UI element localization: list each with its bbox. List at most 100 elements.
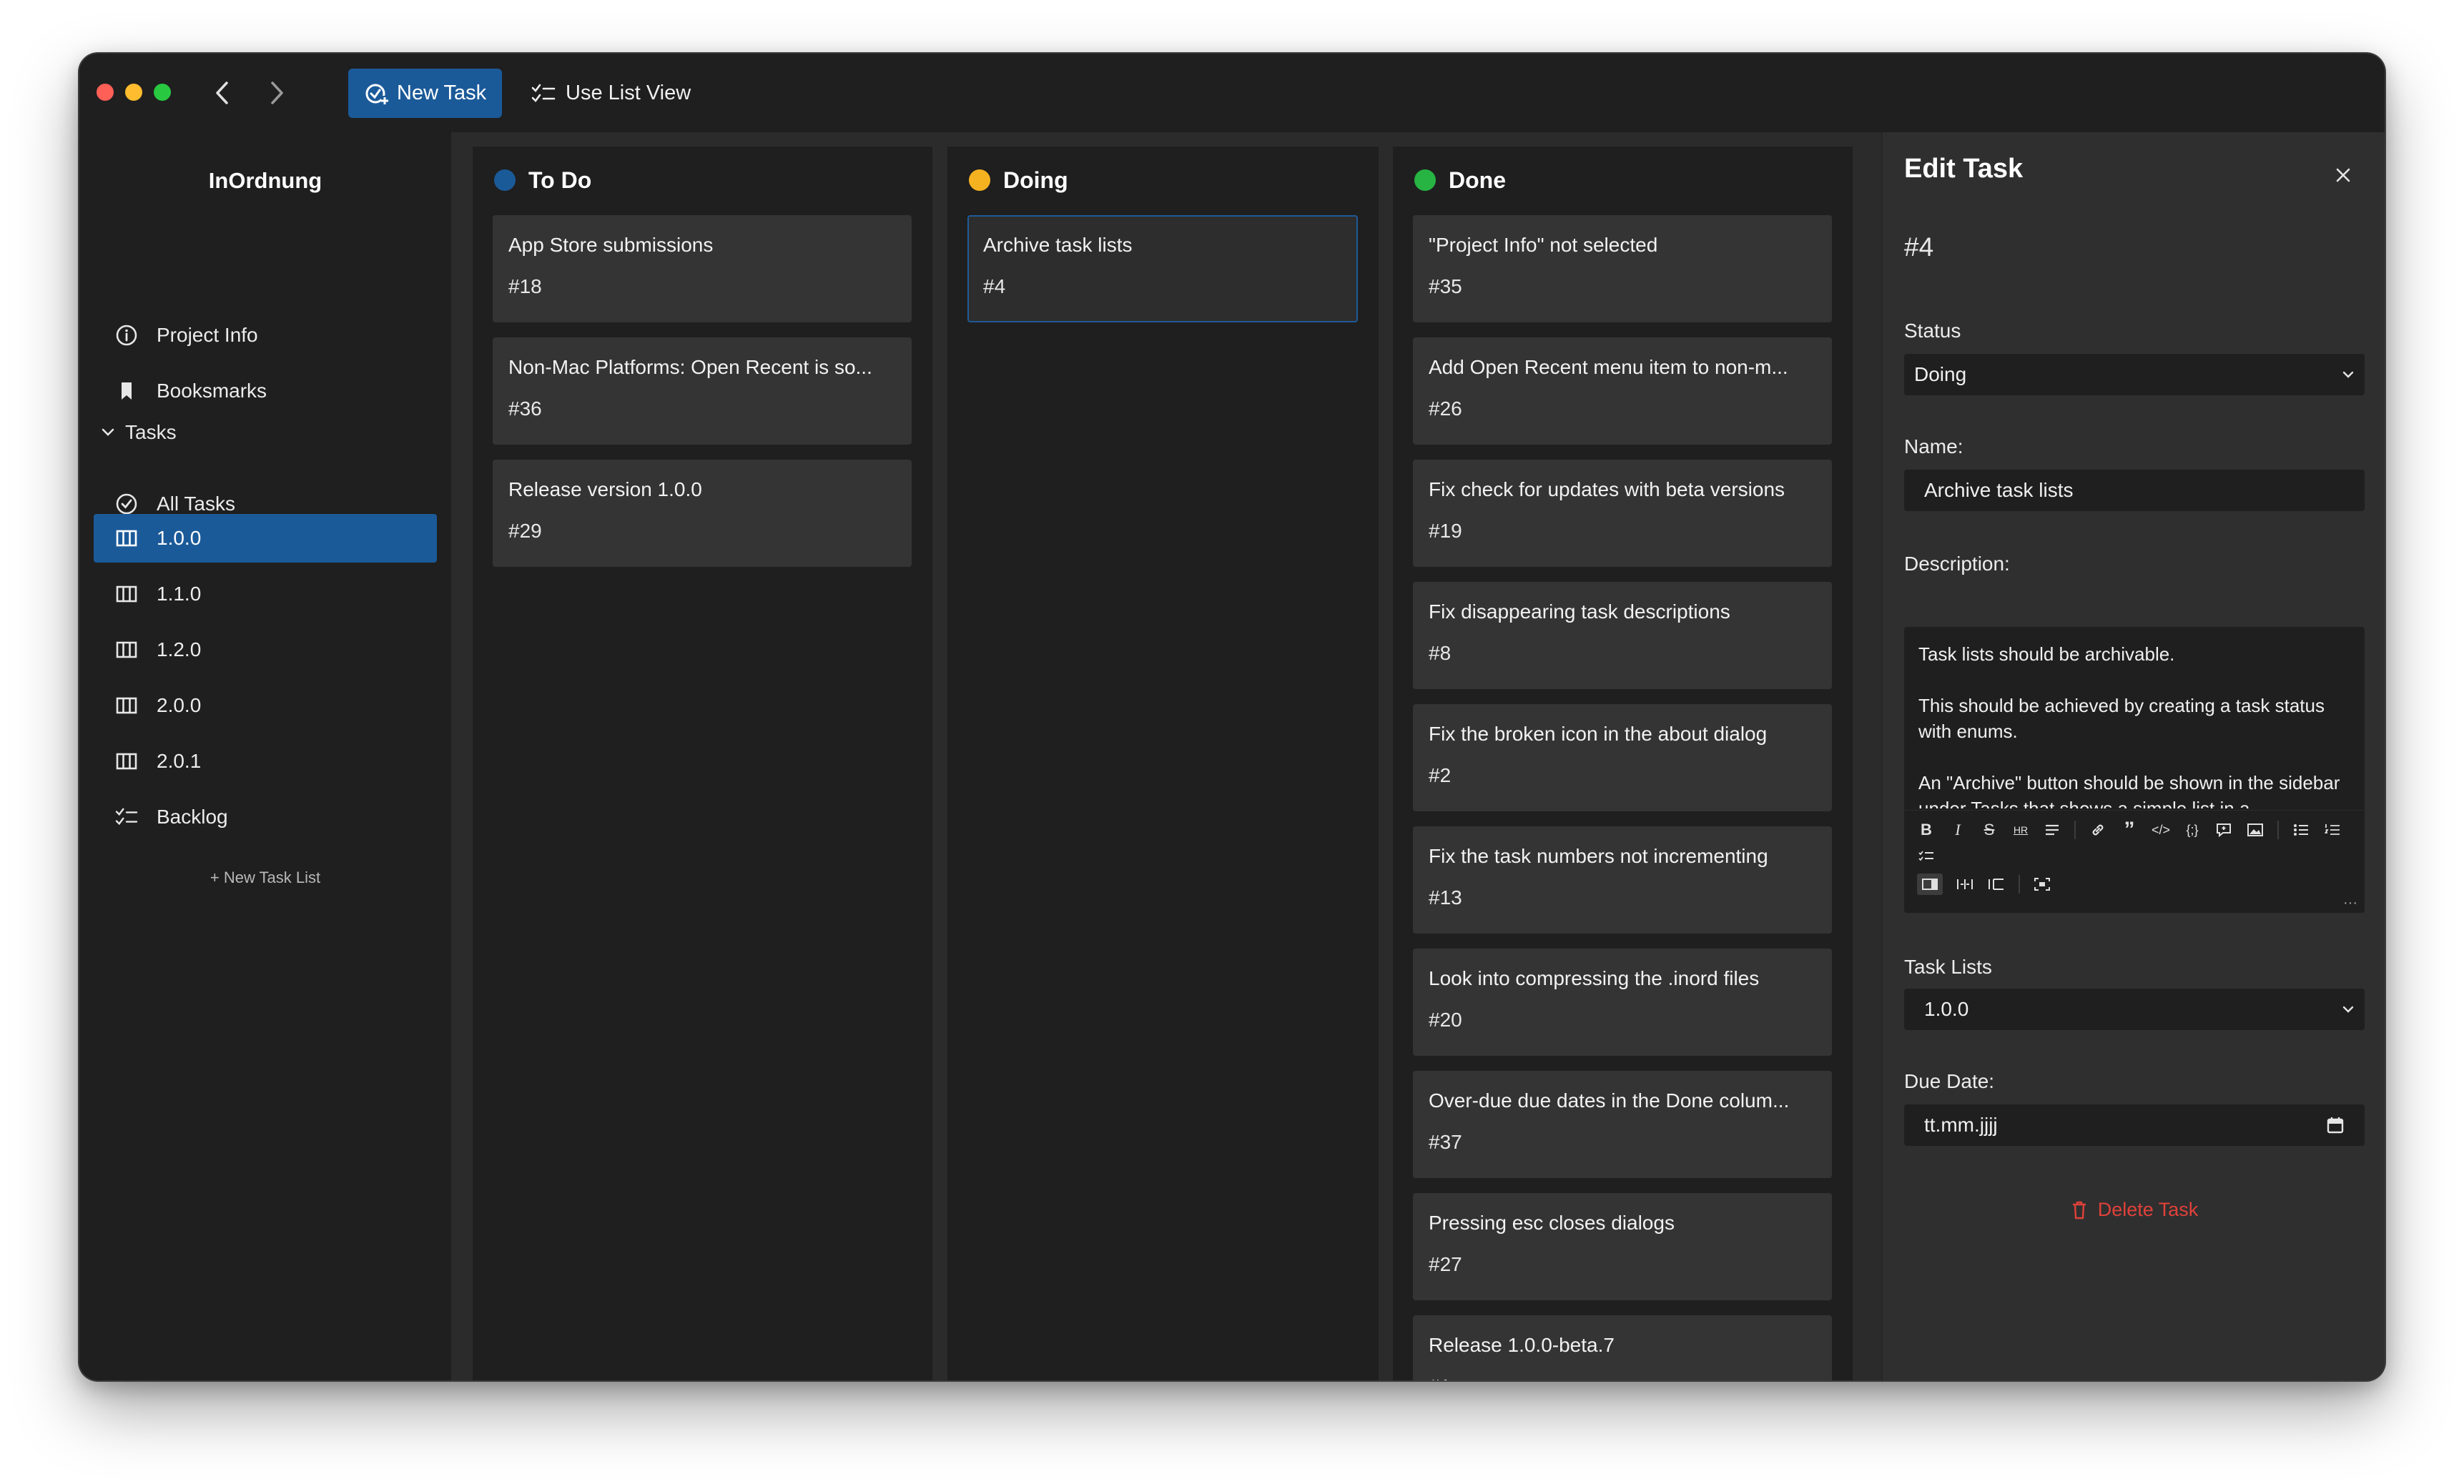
sidebar-item-backlog[interactable]: Backlog (94, 793, 437, 841)
close-icon (2336, 168, 2350, 182)
link-icon[interactable] (2089, 819, 2107, 841)
fullscreen-icon[interactable] (2033, 874, 2051, 895)
task-card[interactable]: Add Open Recent menu item to non-m... #2… (1413, 337, 1832, 445)
bold-icon[interactable]: B (1917, 819, 1936, 841)
sidebar-item-label: Booksmarks (157, 380, 267, 402)
task-card[interactable]: Release version 1.0.0 #29 (493, 460, 912, 567)
card-number: #2 (1429, 764, 1452, 786)
edit-mode-icon[interactable] (1917, 874, 1943, 895)
comment-icon[interactable] (2214, 819, 2233, 841)
task-card[interactable]: App Store submissions #18 (493, 215, 912, 322)
card-title: Add Open Recent menu item to non-m... (1429, 356, 1788, 378)
minimize-window-button[interactable] (125, 84, 142, 101)
name-input[interactable] (1904, 470, 2365, 511)
add-task-icon (365, 84, 388, 104)
task-card[interactable]: Pressing esc closes dialogs #27 (1413, 1193, 1832, 1300)
use-list-view-button[interactable]: Use List View (523, 69, 691, 118)
card-title: "Project Info" not selected (1429, 234, 1658, 256)
sidebar-item-1-0-0[interactable]: 1.0.0 (94, 514, 437, 563)
preview-mode-icon[interactable] (1987, 874, 2006, 895)
sidebar-item-bookmarks[interactable]: Booksmarks (94, 367, 437, 415)
image-icon[interactable] (2246, 819, 2265, 841)
task-card-selected[interactable]: Archive task lists #4 (967, 215, 1358, 322)
new-task-list-button[interactable]: + New Task List (79, 869, 451, 887)
sidebar-item-1-2-0[interactable]: 1.2.0 (94, 625, 437, 674)
app-title: InOrdnung (208, 168, 322, 193)
back-button[interactable] (204, 75, 240, 111)
edit-panel-title: Edit Task (1904, 154, 2024, 184)
card-number: #27 (1429, 1253, 1462, 1275)
task-card[interactable]: "Project Info" not selected #35 (1413, 215, 1832, 322)
delete-task-button[interactable]: Delete Task (1883, 1199, 2385, 1221)
card-number: #20 (1429, 1009, 1462, 1031)
task-list-icon[interactable] (1917, 846, 1936, 868)
task-card[interactable]: Look into compressing the .inord files #… (1413, 949, 1832, 1056)
column-header: To Do (494, 162, 591, 198)
checklist-icon (115, 808, 138, 826)
code-block-icon[interactable]: {;} (2183, 819, 2202, 841)
bookmark-icon (122, 382, 132, 400)
heading-icon[interactable] (2043, 819, 2061, 841)
board-icon (116, 530, 137, 547)
bullet-list-icon[interactable] (2292, 819, 2310, 841)
close-window-button[interactable] (97, 84, 114, 101)
zoom-window-button[interactable] (154, 84, 171, 101)
sidebar-item-2-0-1[interactable]: 2.0.1 (94, 737, 437, 786)
board-icon (116, 641, 137, 658)
task-lists-label: Task Lists (1904, 956, 1992, 978)
task-card[interactable]: Fix check for updates with beta versions… (1413, 460, 1832, 567)
card-number: #18 (508, 275, 542, 297)
column-title: Done (1449, 167, 1506, 193)
card-title: Look into compressing the .inord files (1429, 967, 1760, 989)
task-card[interactable]: Release 1.0.0-beta.7 #1 (1413, 1315, 1832, 1380)
quote-icon[interactable]: ” (2120, 818, 2139, 841)
task-card[interactable]: Fix the task numbers not incrementing #1… (1413, 826, 1832, 934)
split-view-icon[interactable] (1956, 874, 1974, 895)
strikethrough-icon[interactable]: S (1980, 819, 1999, 841)
status-select[interactable]: Doing (1904, 354, 2365, 395)
check-circle-icon (116, 493, 137, 515)
new-task-button[interactable]: New Task (348, 69, 502, 118)
numbered-list-icon[interactable] (2323, 819, 2342, 841)
sidebar-item-label: 2.0.0 (157, 694, 202, 716)
card-number: #4 (983, 275, 1006, 297)
italic-icon[interactable]: I (1948, 819, 1967, 841)
column-header: Doing (969, 162, 1068, 198)
calendar-icon[interactable] (2326, 1116, 2345, 1134)
card-number: #26 (1429, 397, 1462, 420)
card-number: #36 (508, 397, 542, 420)
code-icon[interactable]: </> (2152, 819, 2170, 841)
tasks-group-toggle[interactable]: Tasks (101, 415, 177, 450)
sidebar-item-label: 1.2.0 (157, 638, 202, 661)
status-label: Status (1904, 320, 1961, 342)
card-number: #13 (1429, 886, 1462, 909)
close-panel-button[interactable] (2329, 161, 2357, 189)
task-card[interactable]: Fix disappearing task descriptions #8 (1413, 582, 1832, 689)
status-dot (1414, 169, 1436, 191)
card-number: #8 (1429, 642, 1452, 664)
name-label: Name: (1904, 435, 1963, 457)
card-title: Pressing esc closes dialogs (1429, 1212, 1675, 1234)
column-title: To Do (528, 167, 592, 193)
task-card[interactable]: Non-Mac Platforms: Open Recent is so... … (493, 337, 912, 445)
task-card[interactable]: Over-due due dates in the Done colum... … (1413, 1071, 1832, 1178)
task-card[interactable]: Fix the broken icon in the about dialog … (1413, 704, 1832, 811)
chevron-down-icon (2342, 1006, 2354, 1013)
forward-button[interactable] (259, 75, 295, 111)
task-lists-select[interactable]: 1.0.0 (1904, 989, 2365, 1030)
horizontal-rule-icon[interactable]: HR (2011, 819, 2030, 841)
sidebar-item-1-1-0[interactable]: 1.1.0 (94, 570, 437, 618)
column-todo: To Do App Store submissions #18 Non-Mac … (473, 147, 932, 1380)
description-text[interactable]: Task lists should be archivable. This sh… (1918, 641, 2347, 808)
sidebar-item-label: 2.0.1 (157, 750, 202, 772)
resize-handle-icon[interactable]: ··· (2343, 895, 2357, 911)
board-icon (116, 753, 137, 770)
markdown-toolbar: B I S HR ” </> {;} ··· (1904, 810, 2365, 913)
sidebar-item-2-0-0[interactable]: 2.0.0 (94, 681, 437, 730)
sidebar-item-project-info[interactable]: Project Info (94, 311, 437, 360)
board-icon (116, 697, 137, 714)
due-date-input[interactable]: tt.mm.jjjj (1904, 1104, 2365, 1146)
card-number: #35 (1429, 275, 1462, 297)
card-title: Release 1.0.0-beta.7 (1429, 1334, 1615, 1356)
description-editor[interactable]: Task lists should be archivable. This sh… (1904, 627, 2365, 913)
